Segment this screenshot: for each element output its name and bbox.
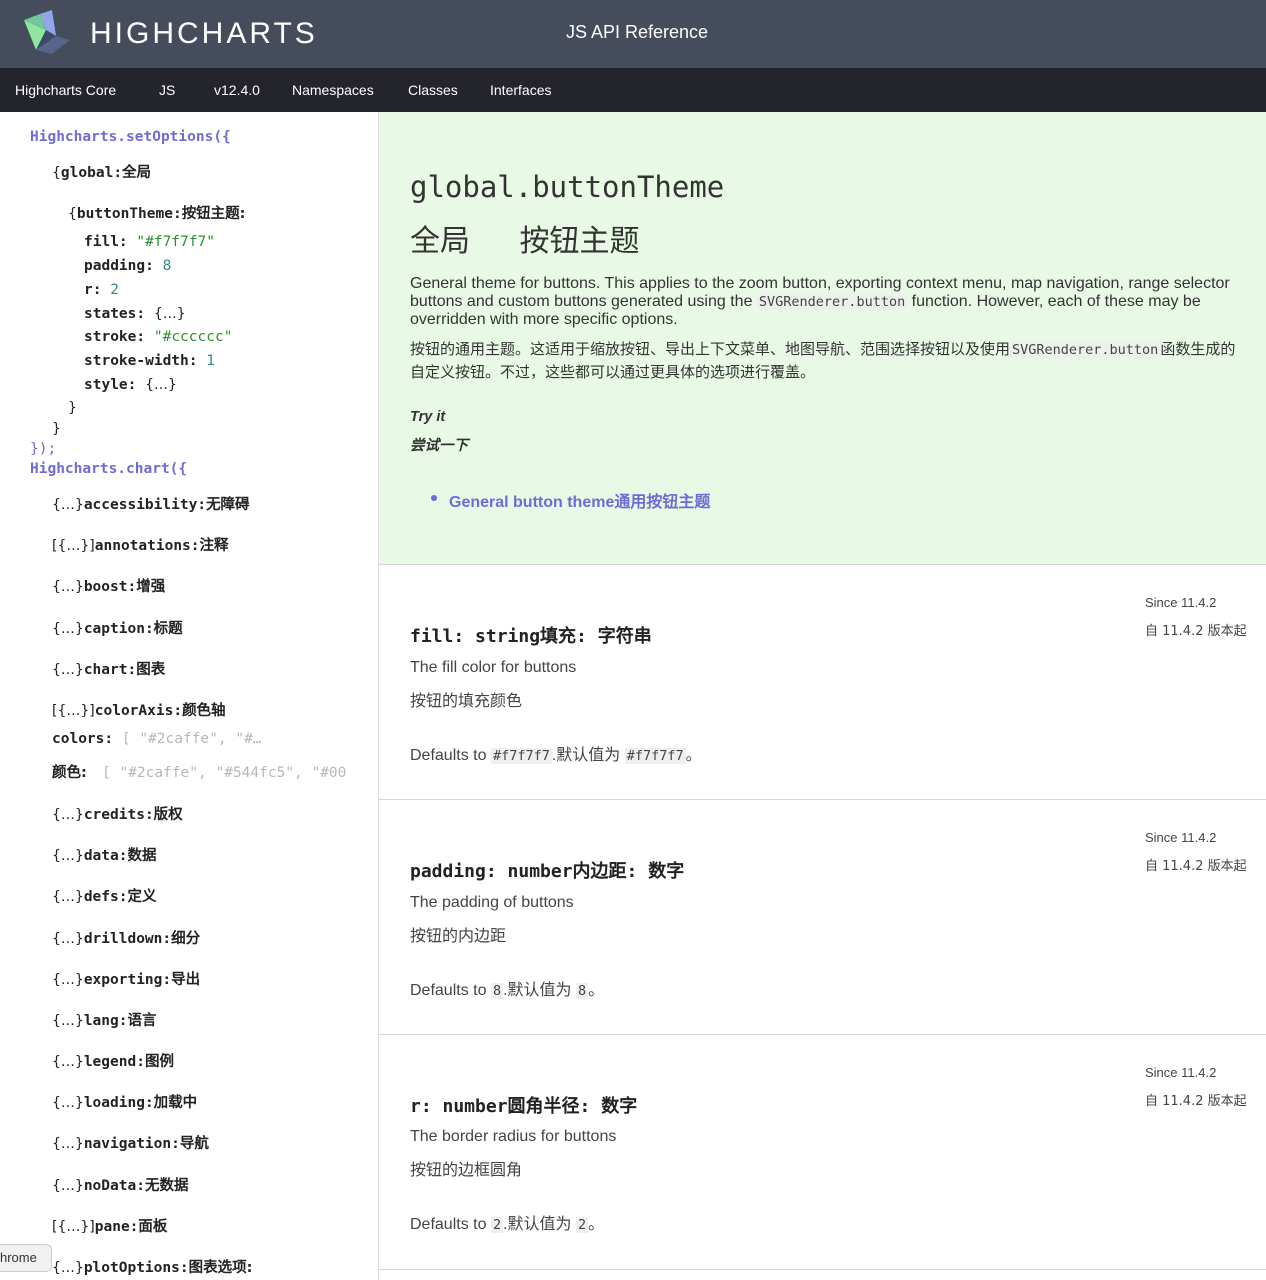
- nav-item-highcharts-core[interactable]: Highcharts Core: [15, 82, 116, 98]
- demo-link[interactable]: General button theme通用按钮主题: [449, 488, 710, 512]
- option-name-fill[interactable]: fill: string填充: 字符串: [410, 622, 652, 648]
- option-desc: The padding of buttons: [410, 894, 574, 911]
- option-default: Defaults to #f7f7f7 .默认值为 #f7f7f7。: [410, 747, 702, 764]
- tree-node-boost[interactable]: {…}boost:增强: [52, 575, 165, 596]
- option-desc-cn: 按钮的填充颜色: [410, 691, 523, 710]
- option-desc: The fill color for buttons: [410, 659, 577, 676]
- tree-close-brace: }: [52, 421, 61, 437]
- tree-node-color-axis[interactable]: [{…}]colorAxis:颜色轴: [52, 699, 226, 720]
- option-card-r: Since 11.4.2 自 11.4.2 版本起 r: number圆角半径:…: [379, 1035, 1266, 1270]
- tree-node-chart[interactable]: {…}chart:图表: [52, 658, 165, 679]
- tree-prop-r[interactable]: r: 2: [84, 282, 119, 298]
- tree-node-global[interactable]: {global:全局: [52, 161, 151, 182]
- tree-prop-style[interactable]: style: {…}: [84, 377, 177, 393]
- option-card-padding: Since 11.4.2 自 11.4.2 版本起 padding: numbe…: [379, 800, 1266, 1035]
- tree-node-button-theme[interactable]: {buttonTheme:按钮主题:: [68, 202, 246, 223]
- since-label: Since 11.4.2: [1145, 1065, 1217, 1080]
- tree-node-legend[interactable]: {…}legend:图例: [52, 1050, 174, 1071]
- tree-node-navigation[interactable]: {…}navigation:导航: [52, 1132, 209, 1153]
- nav-item-classes[interactable]: Classes: [408, 82, 458, 98]
- nav-item-js[interactable]: JS: [159, 82, 175, 98]
- nav-item-namespaces[interactable]: Namespaces: [292, 82, 374, 98]
- list-bullet: [431, 495, 437, 501]
- tree-node-no-data[interactable]: {…}noData:无数据: [52, 1174, 188, 1195]
- option-description: General theme for buttons. This applies …: [410, 275, 1230, 328]
- tree-node-plot-options[interactable]: {…}plotOptions:图表选项:: [52, 1256, 252, 1277]
- chart-link[interactable]: Highcharts.chart({: [30, 461, 187, 477]
- since-label-cn: 自 11.4.2 版本起: [1145, 859, 1247, 874]
- nav-bar: Highcharts Core JS v12.4.0 Namespaces Cl…: [0, 68, 1266, 112]
- try-it-label: Try it: [410, 409, 446, 425]
- tree-node-accessibility[interactable]: {…}accessibility:无障碍: [52, 493, 250, 514]
- since-label-cn: 自 11.4.2 版本起: [1145, 1094, 1247, 1109]
- tree-node-defs[interactable]: {…}defs:定义: [52, 885, 156, 906]
- tree-node-lang[interactable]: {…}lang:语言: [52, 1009, 156, 1030]
- option-desc-cn: 按钮的边框圆角: [410, 1160, 523, 1179]
- tree-prop-fill[interactable]: fill: "#f7f7f7": [84, 234, 215, 250]
- tree-prop-states[interactable]: states: {…}: [84, 306, 186, 322]
- since-label: Since 11.4.2: [1145, 595, 1217, 610]
- tree-prop-stroke[interactable]: stroke: "#cccccc": [84, 329, 232, 345]
- tree-node-drilldown[interactable]: {…}drilldown:细分: [52, 927, 200, 948]
- tree-prop-colors-cn[interactable]: 颜色: [ "#2caffe", "#544fc5", "#00: [52, 761, 346, 782]
- tree-prop-stroke-width[interactable]: stroke-width: 1: [84, 353, 215, 369]
- tree-node-exporting[interactable]: {…}exporting:导出: [52, 968, 200, 989]
- tree-node-data[interactable]: {…}data:数据: [52, 844, 156, 865]
- nav-item-interfaces[interactable]: Interfaces: [490, 82, 551, 98]
- option-desc: The border radius for buttons: [410, 1128, 617, 1145]
- option-title: global.buttonTheme: [410, 170, 725, 204]
- options-tree-sidebar[interactable]: Highcharts.setOptions({ {global:全局 {butt…: [0, 112, 379, 1280]
- chrome-tooltip-tab[interactable]: hrome: [0, 1244, 52, 1272]
- main-content: global.buttonTheme 全局 按钮主题 General theme…: [379, 112, 1266, 1280]
- set-options-link[interactable]: Highcharts.setOptions({: [30, 129, 231, 145]
- tree-node-annotations[interactable]: [{…}]annotations:注释: [52, 534, 229, 555]
- tree-node-caption[interactable]: {…}caption:标题: [52, 617, 183, 638]
- tree-node-credits[interactable]: {…}credits:版权: [52, 803, 183, 824]
- option-name-padding[interactable]: padding: number内边距: 数字: [410, 857, 684, 883]
- tree-node-pane[interactable]: [{…}]pane:面板: [52, 1215, 167, 1236]
- page-title: JS API Reference: [565, 22, 709, 42]
- nav-item-version[interactable]: v12.4.0: [214, 82, 260, 98]
- tree-close-setoptions: });: [30, 441, 57, 457]
- option-default: Defaults to 8 .默认值为 8。: [410, 982, 605, 999]
- top-header: HIGHCHARTS JS API Reference: [0, 0, 1266, 68]
- tree-close-brace: }: [68, 400, 77, 416]
- option-desc-cn: 按钮的内边距: [410, 926, 507, 945]
- tree-prop-colors[interactable]: colors: [ "#2caffe", "#…: [52, 731, 262, 747]
- since-label-cn: 自 11.4.2 版本起: [1145, 624, 1247, 639]
- option-default: Defaults to 2 .默认值为 2。: [410, 1216, 605, 1233]
- option-card-fill: Since 11.4.2 自 11.4.2 版本起 fill: string填充…: [379, 565, 1266, 800]
- since-label: Since 11.4.2: [1145, 830, 1217, 845]
- option-header-panel: global.buttonTheme 全局 按钮主题 General theme…: [379, 112, 1266, 565]
- tree-node-loading[interactable]: {…}loading:加载中: [52, 1091, 197, 1112]
- try-it-label-cn: 尝试一下: [410, 438, 468, 454]
- option-name-r[interactable]: r: number圆角半径: 数字: [410, 1092, 637, 1118]
- tree-prop-padding[interactable]: padding: 8: [84, 258, 171, 274]
- option-description-cn: 按钮的通用主题。这适用于缩放按钮、导出上下文菜单、地图导航、范围选择按钮以及使用…: [410, 340, 1236, 381]
- option-title-cn: 全局 按钮主题: [410, 224, 640, 259]
